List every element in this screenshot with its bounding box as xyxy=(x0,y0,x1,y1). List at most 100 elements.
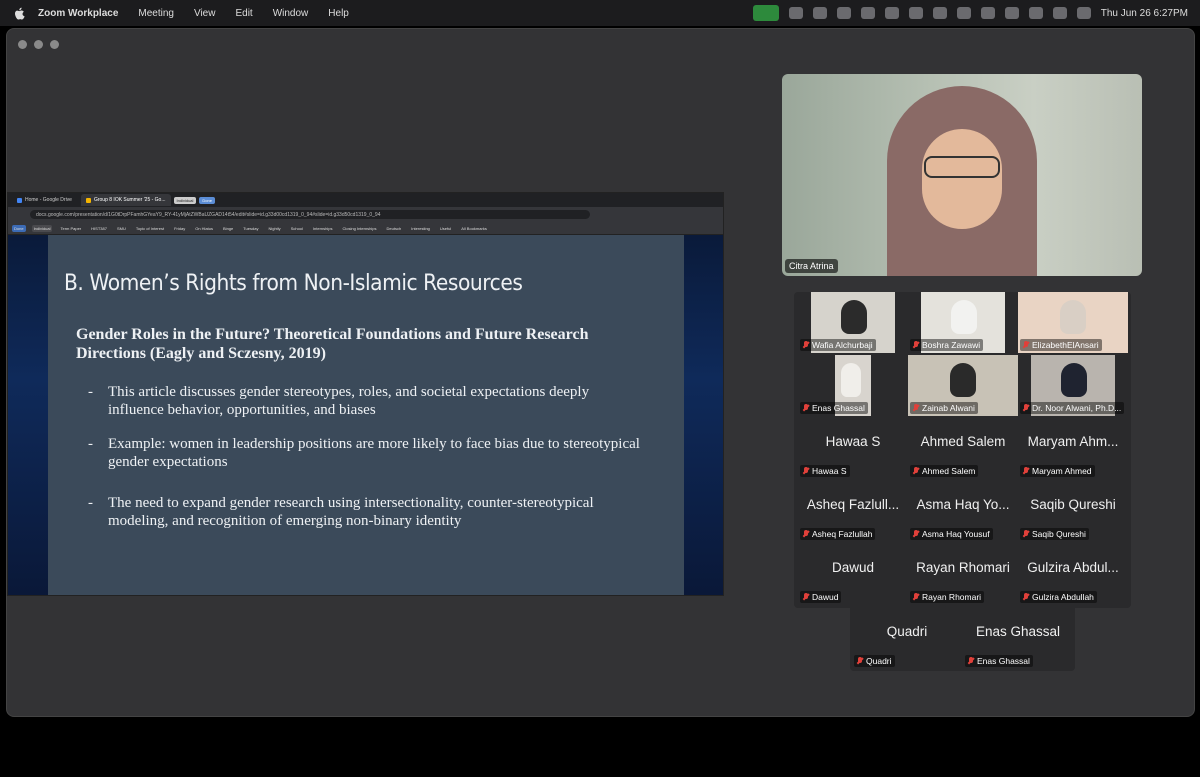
tab-group-pill[interactable]: Individual xyxy=(173,196,197,204)
status-icon[interactable] xyxy=(812,7,827,19)
tab-group-pill[interactable]: Done xyxy=(199,196,215,204)
menu-app-name[interactable]: Zoom Workplace xyxy=(38,8,118,19)
participant-tile[interactable]: Wafia Alchurbaji xyxy=(798,292,908,353)
menu-clock[interactable]: Thu Jun 26 6:27PM xyxy=(1101,8,1188,19)
slide-bullet: - Example: women in leadership positions… xyxy=(88,435,648,471)
bookmark[interactable]: On Hiatus xyxy=(193,225,215,232)
participant-tile[interactable]: Rayan Rhomari Rayan Rhomari xyxy=(908,544,1018,605)
browser-toolbar: docs.google.com/presentation/d/1G0tDrpPF… xyxy=(8,207,723,222)
participant-tile[interactable]: Maryam Ahm... Maryam Ahmed xyxy=(1018,418,1128,479)
mic-muted-icon xyxy=(1023,593,1029,601)
bookmark[interactable]: HIST387 xyxy=(89,225,109,232)
participant-tile[interactable]: Saqib Qureshi Saqib Qureshi xyxy=(1018,481,1128,542)
bookmark-folder[interactable]: School xyxy=(289,225,305,232)
zoom-window: Home - Google Drive Group 8 IOK Summer '… xyxy=(6,28,1195,717)
bookmark-folder[interactable]: Useful xyxy=(438,225,453,232)
search-icon[interactable] xyxy=(1052,7,1067,19)
speaker-video-glasses xyxy=(924,156,1000,178)
participant-display-name: Maryam Ahm... xyxy=(1027,434,1119,449)
participant-label: Rayan Rhomari xyxy=(910,591,985,603)
cloud-icon[interactable] xyxy=(908,7,923,19)
bullet-marker: - xyxy=(88,436,93,452)
menu-window[interactable]: Window xyxy=(273,8,309,19)
participant-tile[interactable]: Asma Haq Yo... Asma Haq Yousuf xyxy=(908,481,1018,542)
bookmark[interactable]: Tuesday xyxy=(241,225,260,232)
participant-label: Quadri xyxy=(854,655,895,667)
close-window-button[interactable] xyxy=(18,40,27,49)
mic-muted-icon xyxy=(803,467,809,475)
battery-icon[interactable] xyxy=(1004,7,1019,19)
menu-edit[interactable]: Edit xyxy=(235,8,252,19)
bookmark[interactable]: Nightly xyxy=(266,225,282,232)
status-icon[interactable] xyxy=(836,7,851,19)
participant-label: Ahmed Salem xyxy=(910,465,979,477)
bookmark[interactable]: Term Paper xyxy=(58,225,83,232)
participant-tile[interactable]: Dawud Dawud xyxy=(798,544,908,605)
bookmark[interactable]: Done xyxy=(12,224,26,232)
menu-help[interactable]: Help xyxy=(328,8,349,19)
bookmark[interactable]: Friday xyxy=(172,225,187,232)
participant-label: Saqib Qureshi xyxy=(1020,528,1089,540)
keyboard-icon[interactable] xyxy=(956,7,971,19)
bullet-text: This article discusses gender stereotype… xyxy=(108,384,590,418)
bookmark-folder[interactable]: Interesting xyxy=(409,225,432,232)
bookmark[interactable]: Binge xyxy=(221,225,235,232)
participant-gallery-overflow-row: Quadri Quadri Enas Ghassal Enas Ghassal xyxy=(850,608,1075,671)
bookmark[interactable]: Individual xyxy=(31,224,53,232)
participant-tile[interactable]: ElizabethElAnsari xyxy=(1018,292,1128,353)
browser-tab-active[interactable]: Group 8 IOK Summer '25 - Go... xyxy=(80,194,171,206)
participant-tile[interactable]: Ahmed Salem Ahmed Salem xyxy=(908,418,1018,479)
participant-display-name: Hawaa S xyxy=(825,434,881,449)
bookmark-folder[interactable]: Deutsch xyxy=(385,225,404,232)
participant-tile[interactable]: Zainab Alwani xyxy=(908,355,1018,416)
participant-label: Gulzira Abdullah xyxy=(1020,591,1097,603)
wifi-icon[interactable] xyxy=(1028,7,1043,19)
mic-muted-icon xyxy=(803,593,809,601)
bookmark[interactable]: SMU xyxy=(115,225,128,232)
control-center-icon[interactable] xyxy=(1076,7,1091,19)
participant-display-name: Gulzira Abdul... xyxy=(1027,560,1119,575)
participant-tile[interactable]: Gulzira Abdul... Gulzira Abdullah xyxy=(1018,544,1128,605)
active-speaker-video[interactable]: Citra Atrina xyxy=(782,74,1142,276)
zoom-window-button[interactable] xyxy=(50,40,59,49)
cloud-icon[interactable] xyxy=(884,7,899,19)
participant-tile[interactable]: Enas Ghassal Enas Ghassal xyxy=(963,608,1073,669)
slide-bullet: - The need to expand gender research usi… xyxy=(88,494,648,530)
participant-display-name: Dawud xyxy=(831,560,875,575)
shared-screen[interactable]: Home - Google Drive Group 8 IOK Summer '… xyxy=(7,192,724,596)
status-icon[interactable] xyxy=(932,7,947,19)
bookmark-folder[interactable]: Closing Internships xyxy=(341,225,379,232)
drive-icon xyxy=(17,197,22,203)
zoom-video-status-icon[interactable] xyxy=(752,5,779,21)
address-bar[interactable]: docs.google.com/presentation/d/1G0tDrpPF… xyxy=(30,210,590,219)
mic-muted-icon xyxy=(913,593,919,601)
browser-tab[interactable]: Home - Google Drive xyxy=(12,194,77,206)
participant-label: ElizabethElAnsari xyxy=(1020,339,1102,351)
slides-icon xyxy=(85,197,91,203)
participant-tile[interactable]: Quadri Quadri xyxy=(852,608,962,669)
cloud-icon[interactable] xyxy=(860,7,875,19)
menu-view[interactable]: View xyxy=(194,8,216,19)
bookmark[interactable]: Topic of Interest xyxy=(134,225,166,232)
slide: B. Women’s Rights from Non-Islamic Resou… xyxy=(48,235,684,595)
status-icon[interactable] xyxy=(788,7,803,19)
participant-label: Zainab Alwani xyxy=(910,402,978,414)
mic-muted-icon xyxy=(913,530,919,538)
mic-muted-icon xyxy=(803,341,809,349)
participant-tile[interactable]: Hawaa S Hawaa S xyxy=(798,418,908,479)
mic-muted-icon xyxy=(1023,341,1029,349)
participant-tile[interactable]: Boshra Zawawi xyxy=(908,292,1018,353)
participant-label: Asma Haq Yousuf xyxy=(910,528,993,540)
participant-display-name: Quadri xyxy=(886,624,928,639)
participant-label: Maryam Ahmed xyxy=(1020,465,1095,477)
participant-tile[interactable]: Asheq Fazlull... Asheq Fazlullah xyxy=(798,481,908,542)
mic-muted-icon xyxy=(1023,467,1029,475)
apple-icon[interactable] xyxy=(12,6,26,20)
bookmark-folder[interactable]: Internships xyxy=(311,225,335,232)
all-bookmarks[interactable]: All Bookmarks xyxy=(459,225,489,232)
participant-tile[interactable]: Dr. Noor Alwani, Ph.D... xyxy=(1018,355,1128,416)
minimize-window-button[interactable] xyxy=(34,40,43,49)
menu-meeting[interactable]: Meeting xyxy=(138,8,174,19)
participant-tile[interactable]: Enas Ghassal xyxy=(798,355,908,416)
input-source-icon[interactable] xyxy=(980,7,995,19)
